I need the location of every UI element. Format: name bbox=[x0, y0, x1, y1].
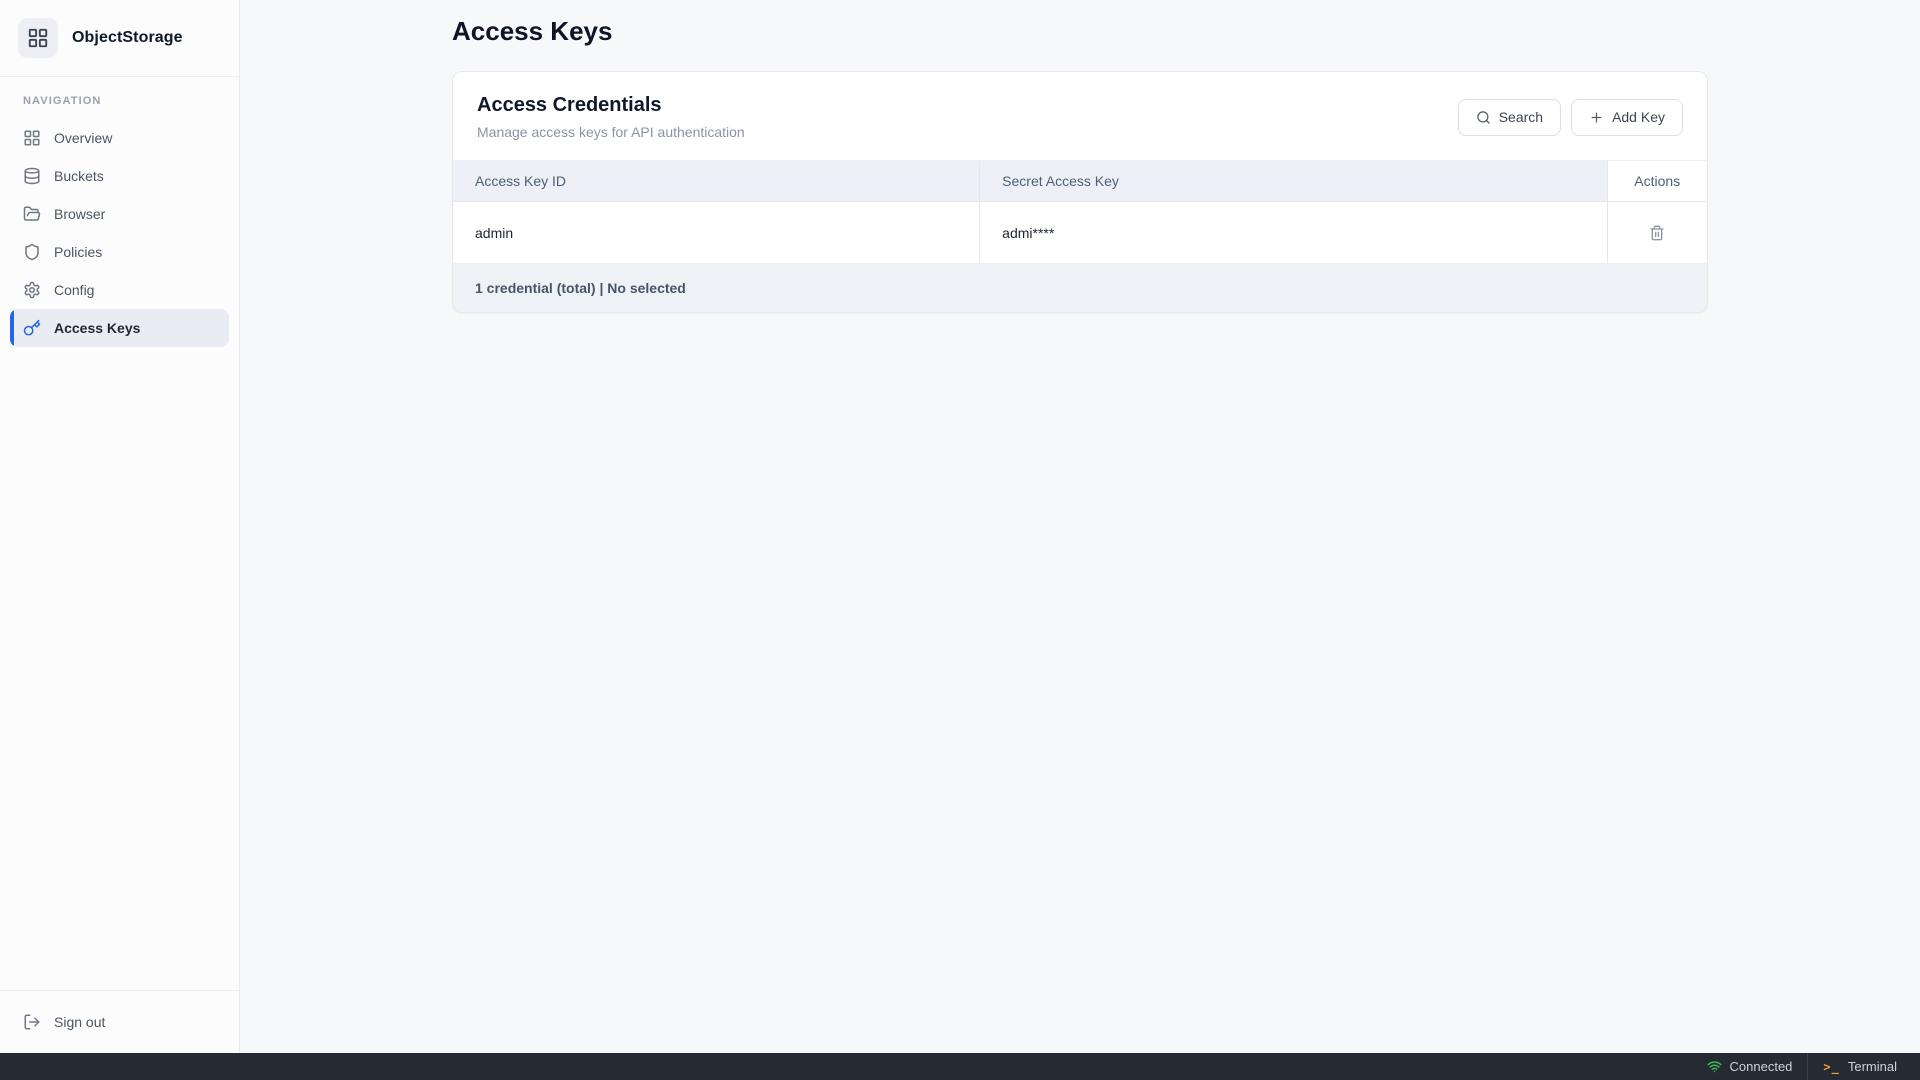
nav-section-label: NAVIGATION bbox=[23, 95, 229, 107]
delete-key-button[interactable] bbox=[1642, 218, 1672, 248]
app-logo: ObjectStorage bbox=[0, 0, 239, 77]
status-bar: Connected >_ Terminal bbox=[0, 1053, 1920, 1080]
search-button[interactable]: Search bbox=[1458, 99, 1561, 136]
sidebar-item-policies[interactable]: Policies bbox=[10, 233, 229, 271]
trash-icon bbox=[1649, 225, 1665, 241]
table-summary: 1 credential (total) | No selected bbox=[453, 264, 1707, 312]
sidebar: ObjectStorage NAVIGATION Overview bbox=[0, 0, 240, 1053]
sidebar-item-config[interactable]: Config bbox=[10, 271, 229, 309]
active-indicator bbox=[10, 309, 14, 347]
column-header-actions: Actions bbox=[1607, 161, 1707, 202]
table-row[interactable]: admin admi**** bbox=[453, 202, 1707, 264]
search-icon bbox=[1476, 110, 1491, 125]
app-logo-icon bbox=[18, 18, 58, 58]
sidebar-item-buckets[interactable]: Buckets bbox=[10, 157, 229, 195]
access-credentials-card: Access Credentials Manage access keys fo… bbox=[452, 71, 1708, 313]
sign-out-label: Sign out bbox=[54, 1014, 105, 1030]
app-screen: ObjectStorage NAVIGATION Overview bbox=[0, 0, 1920, 1080]
sidebar-item-label: Browser bbox=[54, 206, 105, 222]
secret-access-key-cell: admi**** bbox=[980, 202, 1607, 264]
sidebar-item-label: Overview bbox=[54, 130, 112, 146]
shield-icon bbox=[23, 243, 41, 261]
card-subtitle: Manage access keys for API authenticatio… bbox=[477, 124, 745, 140]
credentials-table: Access Key ID Secret Access Key Actions … bbox=[453, 160, 1707, 264]
sidebar-item-access-keys[interactable]: Access Keys bbox=[10, 309, 229, 347]
add-key-button-label: Add Key bbox=[1612, 109, 1665, 125]
database-icon bbox=[23, 167, 41, 185]
dashboard-icon bbox=[23, 129, 41, 147]
card-heading: Access Credentials Manage access keys fo… bbox=[477, 94, 745, 140]
page-title: Access Keys bbox=[452, 16, 1708, 47]
column-header-secret-access-key: Secret Access Key bbox=[980, 161, 1607, 202]
grid-icon bbox=[27, 27, 49, 49]
gear-icon bbox=[23, 281, 41, 299]
terminal-label: Terminal bbox=[1848, 1059, 1897, 1074]
sidebar-nav: NAVIGATION Overview bbox=[0, 77, 239, 347]
folder-open-icon bbox=[23, 205, 41, 223]
sidebar-item-label: Buckets bbox=[54, 168, 104, 184]
sign-out-button[interactable]: Sign out bbox=[10, 1003, 229, 1041]
connection-status: Connected bbox=[1692, 1053, 1808, 1080]
terminal-toggle[interactable]: >_ Terminal bbox=[1807, 1053, 1912, 1080]
sidebar-item-label: Policies bbox=[54, 244, 102, 260]
sidebar-item-label: Access Keys bbox=[54, 320, 140, 336]
table-header-row: Access Key ID Secret Access Key Actions bbox=[453, 161, 1707, 202]
access-key-id-cell: admin bbox=[453, 202, 980, 264]
sidebar-item-browser[interactable]: Browser bbox=[10, 195, 229, 233]
sign-out-section: Sign out bbox=[0, 990, 239, 1053]
key-icon bbox=[23, 319, 41, 337]
connection-status-label: Connected bbox=[1730, 1059, 1793, 1074]
card-title: Access Credentials bbox=[477, 94, 745, 117]
app-title: ObjectStorage bbox=[72, 29, 183, 47]
search-button-label: Search bbox=[1499, 109, 1543, 125]
plus-icon bbox=[1589, 110, 1604, 125]
logout-icon bbox=[23, 1013, 41, 1031]
sidebar-item-label: Config bbox=[54, 282, 94, 298]
column-header-access-key-id: Access Key ID bbox=[453, 161, 980, 202]
sidebar-item-overview[interactable]: Overview bbox=[10, 119, 229, 157]
wifi-icon bbox=[1707, 1059, 1722, 1074]
main-content: Access Keys Access Credentials Manage ac… bbox=[240, 0, 1920, 1053]
terminal-icon: >_ bbox=[1823, 1060, 1839, 1074]
add-key-button[interactable]: Add Key bbox=[1571, 99, 1683, 136]
